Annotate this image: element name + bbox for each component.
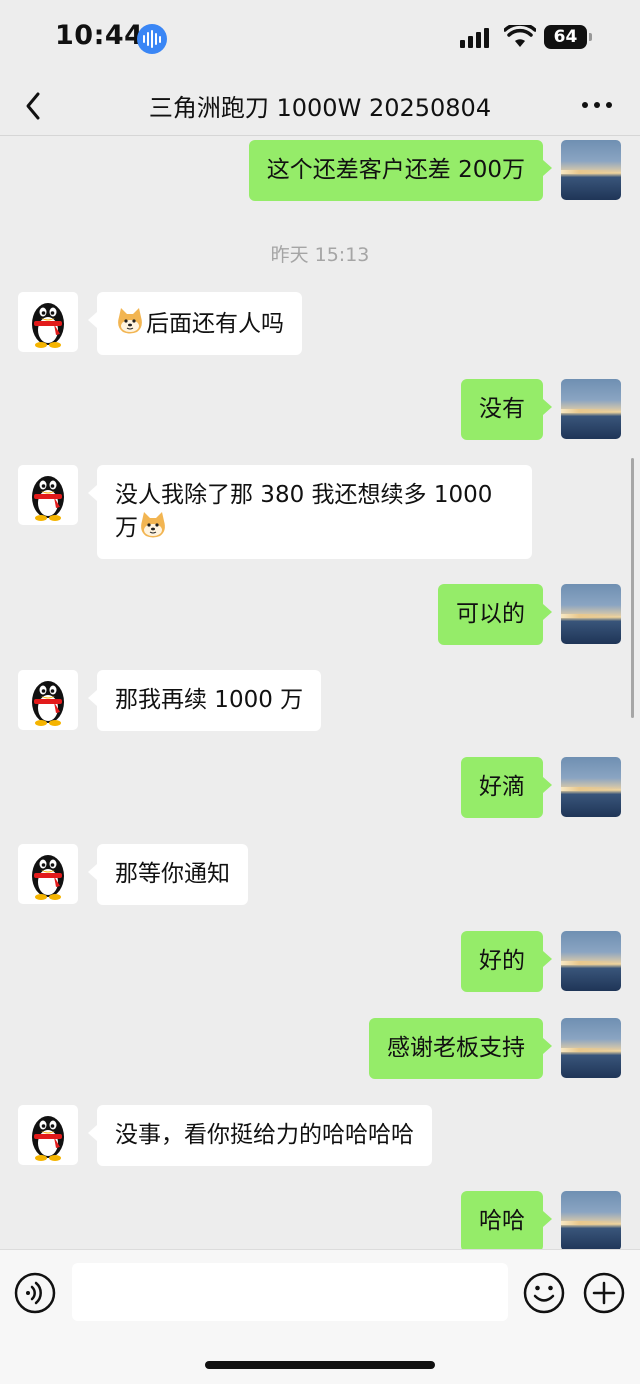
message-text: 没事，看你挺给力的哈哈哈哈 <box>115 1122 414 1148</box>
message-bubble-outgoing[interactable]: 这个还差客户还差 200万 <box>248 140 553 201</box>
message-text: 好滴 <box>479 774 525 800</box>
wifi-icon <box>504 25 536 47</box>
message-bubble-outgoing[interactable]: 哈哈 <box>461 1191 552 1249</box>
contact-avatar[interactable] <box>18 670 78 730</box>
shiba-dog-emoji-icon <box>141 512 165 538</box>
smiley-icon[interactable] <box>523 1272 565 1314</box>
message-bubble-outgoing[interactable]: 好滴 <box>461 757 552 818</box>
chat-scrollbar[interactable] <box>631 458 634 718</box>
penguin-avatar-icon <box>32 681 64 726</box>
message-bubble-outgoing[interactable]: 可以的 <box>438 584 552 645</box>
penguin-avatar-icon <box>32 303 64 348</box>
message-bubble-incoming[interactable]: 那我再续 1000 万 <box>87 670 322 731</box>
status-bar: 10:44 64 <box>0 0 640 76</box>
self-avatar[interactable] <box>561 1191 621 1249</box>
message-bubble-outgoing[interactable]: 没有 <box>461 379 552 440</box>
message-text: 感谢老板支持 <box>387 1035 525 1061</box>
self-avatar[interactable] <box>561 1018 621 1078</box>
self-avatar[interactable] <box>561 757 621 817</box>
message-bubble-outgoing[interactable]: 好的 <box>461 931 552 992</box>
more-dots-icon[interactable] <box>582 102 614 110</box>
penguin-avatar-icon <box>32 476 64 521</box>
status-time: 10:44 <box>55 20 144 51</box>
message-text: 这个还差客户还差 200万 <box>266 157 525 183</box>
message-text: 那我再续 1000 万 <box>115 687 304 713</box>
message-text: 那等你通知 <box>115 861 230 887</box>
message-text: 没有 <box>479 396 525 422</box>
contact-avatar[interactable] <box>18 1105 78 1165</box>
self-avatar[interactable] <box>561 584 621 644</box>
voice-icon[interactable] <box>14 1272 56 1314</box>
penguin-avatar-icon <box>32 855 64 900</box>
chat-title: 三角洲跑刀 1000W 20250804 <box>148 94 492 122</box>
message-timestamp: 昨天 15:13 <box>270 244 370 266</box>
penguin-avatar-icon <box>32 1116 64 1161</box>
cellular-signal-icon <box>460 28 492 48</box>
battery-icon: 64 <box>544 25 587 49</box>
shiba-dog-emoji-icon <box>118 308 142 334</box>
message-text: 哈哈 <box>479 1208 525 1234</box>
chat-header: 三角洲跑刀 1000W 20250804 <box>0 76 640 136</box>
contact-avatar[interactable] <box>18 465 78 525</box>
message-text: 好的 <box>479 948 525 974</box>
message-input[interactable] <box>72 1263 508 1321</box>
message-text: 后面还有人吗 <box>146 311 284 337</box>
message-bubble-incoming[interactable]: 那等你通知 <box>88 844 248 905</box>
voice-wave-icon <box>137 24 167 54</box>
self-avatar[interactable] <box>561 931 621 991</box>
plus-icon[interactable] <box>583 1272 625 1314</box>
chevron-left-icon[interactable] <box>20 88 50 124</box>
message-bubble-incoming[interactable]: 没人我除了那 380 我还想续多 1000 万 <box>88 465 532 559</box>
message-text: 没人我除了那 380 我还想续多 1000 <box>115 482 493 508</box>
self-avatar[interactable] <box>561 140 621 200</box>
self-avatar[interactable] <box>561 379 621 439</box>
message-bubble-outgoing[interactable]: 感谢老板支持 <box>369 1018 552 1079</box>
chat-message-list[interactable]: 这个还差客户还差 200万 昨天 15:13 后面还有人吗 没有 没人我除了那 … <box>0 137 640 1249</box>
contact-avatar[interactable] <box>18 292 78 352</box>
home-indicator[interactable] <box>205 1361 435 1369</box>
message-bubble-incoming[interactable]: 没事，看你挺给力的哈哈哈哈 <box>88 1105 432 1166</box>
contact-avatar[interactable] <box>18 844 78 904</box>
message-bubble-incoming[interactable]: 后面还有人吗 <box>88 292 302 355</box>
message-text: 万 <box>115 515 138 541</box>
battery-tip <box>589 33 592 41</box>
message-text: 可以的 <box>456 601 525 627</box>
